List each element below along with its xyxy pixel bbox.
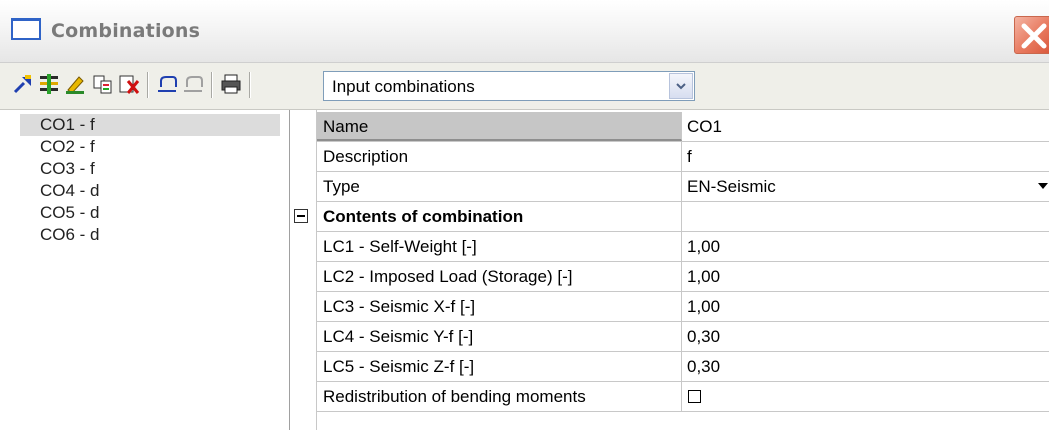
grid-row-type: Type EN-Seismic xyxy=(317,172,1049,202)
lc3-label: LC3 - Seismic X-f [-] xyxy=(317,292,682,321)
name-value[interactable]: CO1 xyxy=(682,112,1049,141)
toolbar-separator xyxy=(147,72,148,98)
grid-row-contents: Contents of combination xyxy=(317,202,1049,232)
lc2-label: LC2 - Imposed Load (Storage) [-] xyxy=(317,262,682,291)
list-item-co5[interactable]: CO5 - d xyxy=(20,202,280,224)
grid-row-redistribution: Redistribution of bending moments xyxy=(317,382,1049,412)
grid-row-lc1: LC1 - Self-Weight [-] 1,00 xyxy=(317,232,1049,262)
type-select-value: EN-Seismic xyxy=(687,177,776,196)
type-label: Type xyxy=(317,172,682,201)
type-select[interactable]: EN-Seismic xyxy=(682,172,1049,201)
lc1-label: LC1 - Self-Weight [-] xyxy=(317,232,682,261)
window-icon xyxy=(11,18,41,40)
list-item-co3[interactable]: CO3 - f xyxy=(20,158,280,180)
delete-icon[interactable] xyxy=(118,73,140,95)
lc1-value[interactable]: 1,00 xyxy=(682,232,1049,261)
lc3-value[interactable]: 1,00 xyxy=(682,292,1049,321)
contents-value xyxy=(682,202,1049,231)
toolbar-separator xyxy=(249,72,250,98)
print-icon[interactable] xyxy=(220,73,242,95)
redistribution-label: Redistribution of bending moments xyxy=(317,382,682,411)
lc4-value[interactable]: 0,30 xyxy=(682,322,1049,351)
lc2-value[interactable]: 1,00 xyxy=(682,262,1049,291)
close-icon xyxy=(1021,23,1047,49)
description-value[interactable]: f xyxy=(682,142,1049,171)
new-icon[interactable] xyxy=(12,73,34,95)
redo-icon[interactable] xyxy=(182,73,204,95)
grid-row-lc4: LC4 - Seismic Y-f [-] 0,30 xyxy=(317,322,1049,352)
list-item-co4[interactable]: CO4 - d xyxy=(20,180,280,202)
list-item-co2[interactable]: CO2 - f xyxy=(20,136,280,158)
chevron-down-icon xyxy=(676,83,686,90)
list-item-co6[interactable]: CO6 - d xyxy=(20,224,280,246)
lc4-label: LC4 - Seismic Y-f [-] xyxy=(317,322,682,351)
window-title: Combinations xyxy=(51,20,201,42)
close-button[interactable] xyxy=(1014,16,1049,54)
collapse-contents-toggle[interactable] xyxy=(294,209,308,223)
combinations-window: Combinations Input combinations CO1 - f … xyxy=(0,0,1049,430)
grid-row-lc3: LC3 - Seismic X-f [-] 1,00 xyxy=(317,292,1049,322)
grid-row-lc5: LC5 - Seismic Z-f [-] 0,30 xyxy=(317,352,1049,382)
lc5-value[interactable]: 0,30 xyxy=(682,352,1049,381)
contents-label: Contents of combination xyxy=(317,202,682,231)
toolbar-separator xyxy=(211,72,212,98)
redistribution-checkbox[interactable] xyxy=(688,390,701,403)
edit-icon[interactable] xyxy=(64,73,86,95)
insert-row-icon[interactable] xyxy=(38,73,60,95)
view-select-value: Input combinations xyxy=(332,77,475,96)
name-label: Name xyxy=(317,112,682,141)
list-item-co1[interactable]: CO1 - f xyxy=(20,114,280,136)
lc5-label: LC5 - Seismic Z-f [-] xyxy=(317,352,682,381)
grid-row-lc2: LC2 - Imposed Load (Storage) [-] 1,00 xyxy=(317,262,1049,292)
combination-list: CO1 - f CO2 - f CO3 - f CO4 - d CO5 - d … xyxy=(0,110,290,430)
view-select[interactable]: Input combinations xyxy=(323,71,695,101)
copy-icon[interactable] xyxy=(92,73,114,95)
title-bar[interactable]: Combinations xyxy=(0,0,1049,63)
description-label: Description xyxy=(317,142,682,171)
dropdown-arrow-icon[interactable] xyxy=(1038,183,1048,189)
toolbar: Input combinations xyxy=(0,63,1049,110)
view-select-dropdown-button[interactable] xyxy=(669,73,693,99)
grid-gutter xyxy=(290,110,317,430)
undo-icon[interactable] xyxy=(156,73,178,95)
grid-row-description: Description f xyxy=(317,142,1049,172)
grid-row-name: Name CO1 xyxy=(317,112,1049,142)
